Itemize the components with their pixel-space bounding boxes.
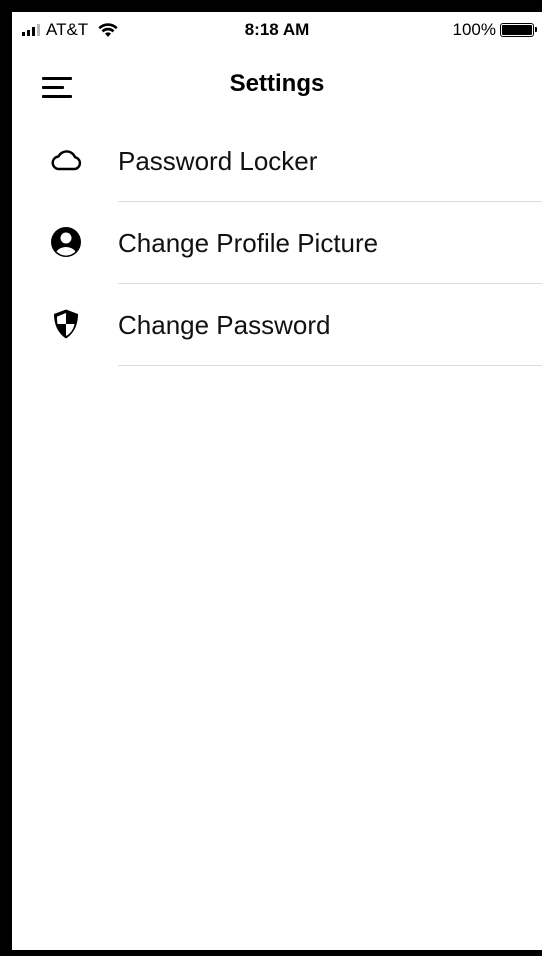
- settings-list: Password Locker Change Profile Picture C…: [12, 120, 542, 366]
- cloud-icon: [48, 142, 84, 178]
- shield-icon: [48, 306, 84, 342]
- settings-item-label: Change Password: [118, 310, 331, 340]
- status-right: 100%: [452, 20, 537, 40]
- settings-item-password-locker[interactable]: Password Locker: [12, 120, 542, 202]
- screen: AT&T 8:18 AM 100% Settings Password Lock…: [12, 12, 542, 950]
- battery-icon: [500, 23, 537, 37]
- settings-item-label: Change Profile Picture: [118, 228, 379, 258]
- settings-item-change-password[interactable]: Change Password: [12, 284, 542, 366]
- settings-item-label: Password Locker: [118, 146, 318, 176]
- user-circle-icon: [48, 224, 84, 260]
- device-frame: AT&T 8:18 AM 100% Settings Password Lock…: [0, 0, 542, 956]
- nav-bar: Settings: [12, 56, 542, 112]
- page-title: Settings: [229, 70, 325, 97]
- status-bar: AT&T 8:18 AM 100%: [12, 12, 542, 52]
- battery-percent: 100%: [452, 20, 496, 39]
- divider: [118, 365, 542, 366]
- settings-item-change-profile-picture[interactable]: Change Profile Picture: [12, 202, 542, 284]
